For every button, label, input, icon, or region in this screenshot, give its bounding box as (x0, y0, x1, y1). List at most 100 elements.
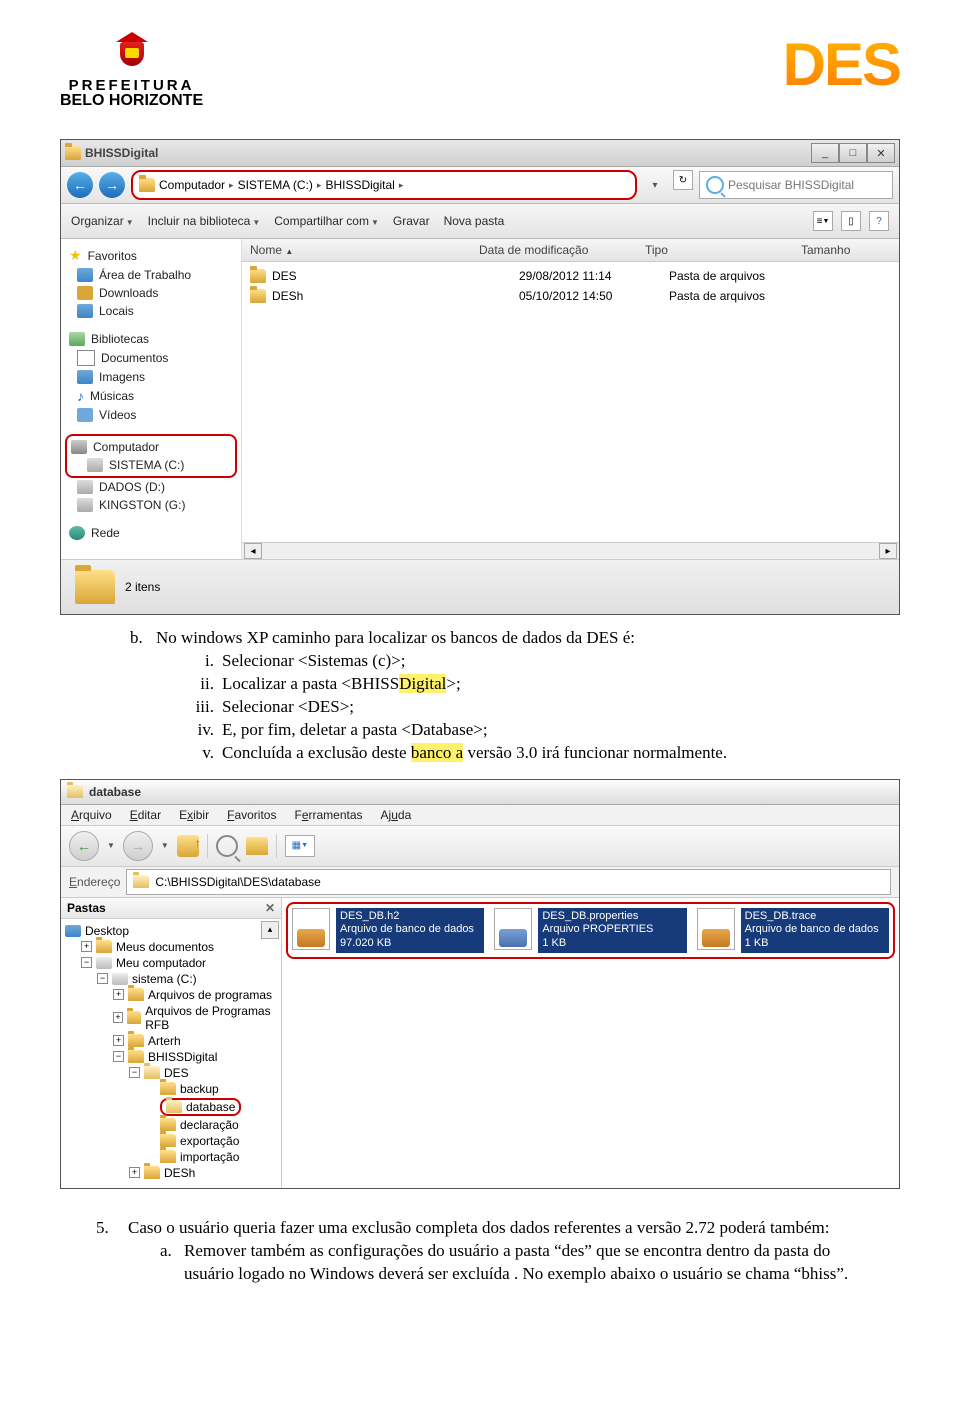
file-row-des[interactable]: DES 29/08/2012 11:14 Pasta de arquivos (242, 266, 899, 286)
sidebar-documentos[interactable]: Documentos (61, 348, 241, 368)
crest-icon (110, 30, 154, 74)
tree-progfiles[interactable]: +Arquivos de programas (65, 987, 281, 1003)
scroll-up[interactable]: ▴ (261, 921, 279, 939)
search-placeholder: Pesquisar BHISSDigital (728, 178, 854, 192)
close-tree-button[interactable]: ✕ (265, 901, 275, 915)
menu-editar[interactable]: Editar (130, 808, 161, 822)
sidebar-bibliotecas[interactable]: Bibliotecas (61, 330, 241, 348)
tree-bhiss[interactable]: −BHISSDigital (65, 1049, 281, 1065)
col-date[interactable]: Data de modificação (471, 243, 637, 257)
toolbar-gravar[interactable]: Gravar (393, 214, 430, 228)
search-input[interactable]: Pesquisar BHISSDigital (699, 171, 893, 199)
crumb-bhiss[interactable]: BHISSDigital (325, 178, 394, 192)
breadcrumb-bar[interactable]: Computador▸ SISTEMA (C:)▸ BHISSDigital▸ (131, 170, 637, 200)
col-name[interactable]: Nome ▲ (242, 243, 471, 257)
logo-prefeitura: PREFEITURA BELO HORIZONTE (60, 30, 203, 109)
tree-progrfb[interactable]: +Arquivos de Programas RFB (65, 1003, 281, 1033)
window-titlebar: BHISSDigital _ □ ✕ (61, 140, 899, 167)
sidebar-rede[interactable]: Rede (61, 524, 241, 542)
search-icon (706, 176, 724, 194)
menu-ajuda[interactable]: Ajuda (381, 808, 412, 822)
file-row-desh[interactable]: DESh 05/10/2012 14:50 Pasta de arquivos (242, 286, 899, 306)
menu-ferramentas[interactable]: Ferramentas (294, 808, 362, 822)
file-list: Nome ▲ Data de modificação Tipo Tamanho … (242, 239, 899, 559)
status-count: 2 itens (125, 580, 160, 594)
folders-button[interactable] (246, 837, 268, 855)
forward-button[interactable]: → (123, 831, 153, 861)
folder-icon (250, 269, 266, 283)
forward-button[interactable]: → (99, 172, 125, 198)
tree-exportacao[interactable]: exportação (65, 1133, 281, 1149)
scroll-left[interactable]: ◂ (244, 543, 262, 559)
folder-tree: Pastas ✕ ▴ Desktop +Meus documentos −Meu… (61, 898, 282, 1188)
view-button[interactable]: ▦▼ (285, 835, 315, 857)
sidebar-drive-c[interactable]: SISTEMA (C:) (71, 456, 231, 474)
menu-favoritos[interactable]: Favoritos (227, 808, 276, 822)
tree-desh[interactable]: +DESh (65, 1165, 281, 1181)
toolbar-organizar[interactable]: Organizar▼ (71, 214, 134, 228)
tree-des[interactable]: −DES (65, 1065, 281, 1081)
explorer-window-xp: database Arquivo Editar Exibir Favoritos… (60, 779, 900, 1189)
toolbar-nova-pasta[interactable]: Nova pasta (444, 214, 505, 228)
sidebar-desktop[interactable]: Área de Trabalho (61, 266, 241, 284)
tree-backup[interactable]: backup (65, 1081, 281, 1097)
address-input[interactable]: C:\BHISSDigital\DES\database (126, 869, 891, 895)
sidebar-drive-d[interactable]: DADOS (D:) (61, 478, 241, 496)
tree-cdrive[interactable]: −sistema (C:) (65, 971, 281, 987)
instruction-b-heading: No windows XP caminho para localizar os … (156, 627, 860, 650)
col-type[interactable]: Tipo (637, 243, 793, 257)
instruction-block-b: b. No windows XP caminho para localizar … (130, 627, 860, 765)
file-tile-h2[interactable]: DES_DB.h2Arquivo de banco de dados97.020… (292, 908, 484, 953)
item-5-number: 5. (96, 1217, 128, 1240)
address-label: Endereço (69, 875, 120, 889)
folder-icon (133, 875, 149, 888)
sidebar-musicas[interactable]: ♪Músicas (61, 386, 241, 406)
up-button[interactable] (177, 835, 199, 857)
toolbar-compartilhar[interactable]: Compartilhar com▼ (274, 214, 379, 228)
crumb-computador[interactable]: Computador (159, 178, 225, 192)
tree-importacao[interactable]: importação (65, 1149, 281, 1165)
folder-icon (65, 146, 81, 160)
des-logo: DES (783, 30, 900, 99)
menu-arquivo[interactable]: Arquivo (71, 808, 112, 822)
tree-arterh[interactable]: +Arterh (65, 1033, 281, 1049)
help-button[interactable]: ? (869, 211, 889, 231)
folder-icon (139, 178, 155, 192)
sidebar-imagens[interactable]: Imagens (61, 368, 241, 386)
tree-docs[interactable]: +Meus documentos (65, 939, 281, 955)
back-button[interactable]: ← (69, 831, 99, 861)
col-size[interactable]: Tamanho (793, 243, 899, 257)
sidebar-videos[interactable]: Vídeos (61, 406, 241, 424)
file-icon (697, 908, 735, 950)
sidebar-favoritos[interactable]: ★Favoritos (61, 245, 241, 266)
tree-computer[interactable]: −Meu computador (65, 955, 281, 971)
maximize-button[interactable]: □ (839, 143, 867, 163)
file-icon (494, 908, 532, 950)
back-button[interactable]: ← (67, 172, 93, 198)
toolbar-incluir[interactable]: Incluir na biblioteca▼ (148, 214, 261, 228)
item-5-body: Caso o usuário queria fazer uma exclusão… (128, 1217, 860, 1240)
preview-pane-button[interactable]: ▯ (841, 211, 861, 231)
tree-declaracao[interactable]: declaração (65, 1117, 281, 1133)
close-button[interactable]: ✕ (867, 143, 895, 163)
refresh-button[interactable]: ↻ (673, 170, 693, 190)
sidebar-computador[interactable]: Computador (71, 438, 231, 456)
crumb-cdrive[interactable]: SISTEMA (C:) (238, 178, 313, 192)
sidebar-locais[interactable]: Locais (61, 302, 241, 320)
status-bar: 2 itens (61, 559, 899, 614)
view-menu-button[interactable]: ≡▼ (813, 211, 833, 231)
file-tile-trace[interactable]: DES_DB.traceArquivo de banco de dados1 K… (697, 908, 889, 953)
item-5a-body: Remover também as configurações do usuár… (184, 1240, 860, 1286)
menu-exibir[interactable]: Exibir (179, 808, 209, 822)
address-path: C:\BHISSDigital\DES\database (155, 875, 320, 889)
minimize-button[interactable]: _ (811, 143, 839, 163)
tree-database[interactable]: database (65, 1097, 281, 1117)
scroll-right[interactable]: ▸ (879, 543, 897, 559)
file-tile-properties[interactable]: DES_DB.propertiesArquivo PROPERTIES1 KB (494, 908, 686, 953)
window-title: database (89, 785, 141, 799)
search-button[interactable] (216, 835, 238, 857)
sidebar-drive-g[interactable]: KINGSTON (G:) (61, 496, 241, 514)
belo-text: BELO HORIZONTE (60, 93, 203, 109)
sidebar-downloads[interactable]: Downloads (61, 284, 241, 302)
folder-icon (67, 785, 83, 798)
